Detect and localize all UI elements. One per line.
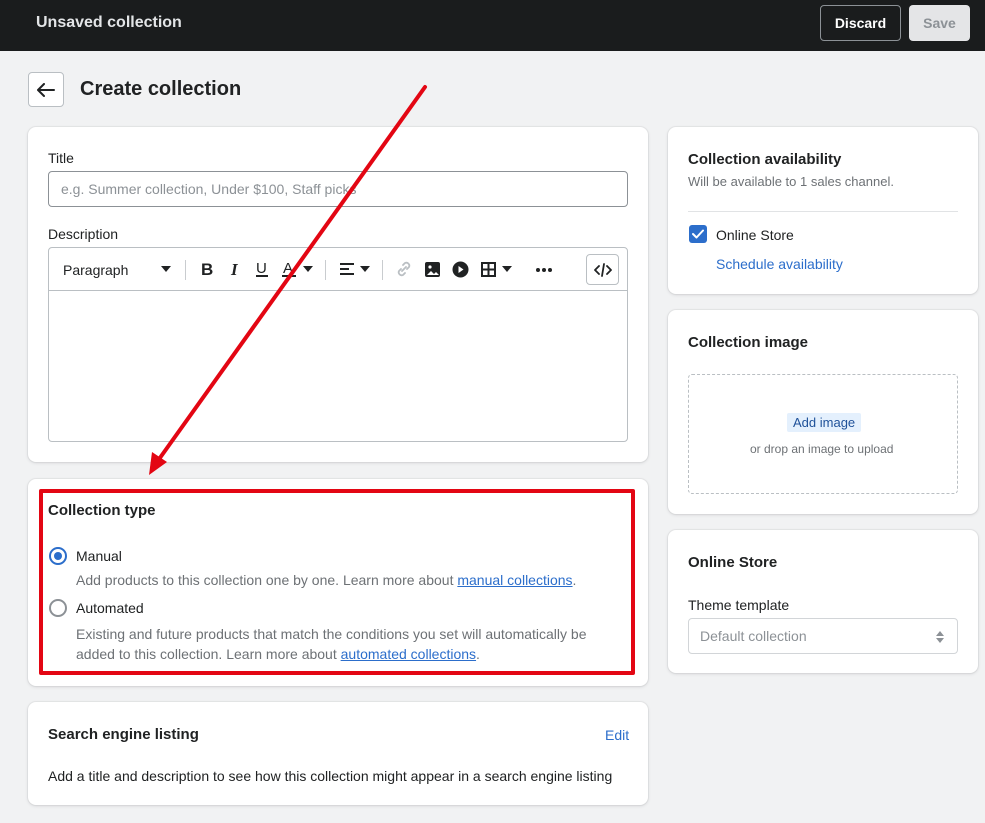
- availability-heading: Collection availability: [688, 151, 842, 168]
- chevron-down-icon[interactable]: [502, 266, 512, 272]
- svg-text:B: B: [201, 261, 213, 277]
- checkmark-icon: [692, 229, 704, 239]
- manual-collections-link[interactable]: manual collections: [457, 572, 572, 588]
- italic-icon[interactable]: I: [229, 261, 241, 277]
- arrow-left-icon: [37, 82, 55, 97]
- manual-radio[interactable]: [49, 547, 67, 565]
- video-icon[interactable]: [452, 261, 469, 278]
- collection-image-card: Collection image Add image or drop an im…: [668, 310, 978, 514]
- theme-template-label: Theme template: [688, 597, 790, 613]
- chevron-down-icon[interactable]: [161, 266, 171, 272]
- availability-card: Collection availability Will be availabl…: [668, 127, 978, 294]
- table-icon[interactable]: [481, 262, 496, 277]
- svg-text:I: I: [230, 261, 239, 277]
- chevron-down-icon[interactable]: [360, 266, 370, 272]
- title-input[interactable]: e.g. Summer collection, Under $100, Staf…: [48, 171, 628, 207]
- theme-template-value: Default collection: [700, 628, 807, 644]
- title-placeholder: e.g. Summer collection, Under $100, Staf…: [61, 181, 357, 197]
- editor-toolbar: Paragraph B I U A: [49, 248, 627, 291]
- manual-help-text: Add products to this collection one by o…: [76, 572, 458, 588]
- select-arrows-icon: [936, 631, 944, 643]
- image-icon[interactable]: [425, 262, 440, 277]
- online-store-label[interactable]: Online Store: [716, 227, 794, 243]
- svg-text:U: U: [256, 260, 267, 277]
- automated-help-end: .: [476, 646, 480, 662]
- toolbar-divider: [325, 260, 326, 280]
- seo-edit-link[interactable]: Edit: [605, 727, 629, 743]
- automated-help: Existing and future products that match …: [76, 624, 587, 664]
- text-color-icon[interactable]: A: [282, 260, 296, 278]
- chevron-down-icon[interactable]: [303, 266, 313, 272]
- theme-template-select[interactable]: Default collection: [688, 618, 958, 654]
- collection-image-heading: Collection image: [688, 334, 809, 351]
- svg-text:A: A: [283, 260, 293, 277]
- description-label: Description: [48, 226, 119, 242]
- title-label: Title: [48, 150, 74, 166]
- manual-label[interactable]: Manual: [76, 548, 122, 564]
- discard-button[interactable]: Discard: [820, 5, 901, 41]
- manual-help: Add products to this collection one by o…: [76, 572, 576, 588]
- underline-icon[interactable]: U: [255, 260, 269, 278]
- automated-help-line1: Existing and future products that match …: [76, 626, 587, 642]
- manual-help-end: .: [572, 572, 577, 588]
- availability-divider: [688, 211, 958, 212]
- html-toggle-button[interactable]: [586, 254, 619, 285]
- seo-heading: Search engine listing: [48, 726, 199, 743]
- automated-radio[interactable]: [49, 599, 67, 617]
- add-image-button[interactable]: Add image: [787, 413, 862, 432]
- back-button[interactable]: [28, 72, 64, 107]
- automated-collections-link[interactable]: automated collections: [341, 646, 476, 662]
- code-icon: [593, 262, 612, 277]
- page-title: Create collection: [80, 78, 242, 100]
- bold-icon[interactable]: B: [200, 261, 214, 277]
- collection-type-heading: Collection type: [48, 502, 156, 519]
- drop-hint: or drop an image to upload: [750, 442, 894, 456]
- online-store-card: Online Store Theme template Default coll…: [668, 530, 978, 673]
- align-left-icon[interactable]: [340, 263, 354, 275]
- save-button[interactable]: Save: [909, 5, 970, 41]
- toolbar-divider: [185, 260, 186, 280]
- details-card: Title e.g. Summer collection, Under $100…: [28, 127, 648, 462]
- topbar-title: Unsaved collection: [36, 14, 182, 31]
- top-bar: Unsaved collection Discard Save: [0, 0, 985, 51]
- seo-card: Search engine listing Edit Add a title a…: [28, 702, 648, 805]
- availability-subtitle: Will be available to 1 sales channel.: [688, 174, 894, 189]
- online-store-heading: Online Store: [688, 554, 778, 571]
- image-dropzone[interactable]: Add image or drop an image to upload: [688, 374, 958, 494]
- online-store-checkbox[interactable]: [689, 225, 707, 243]
- automated-help-line2: added to this collection. Learn more abo…: [76, 646, 341, 662]
- schedule-availability-link[interactable]: Schedule availability: [716, 256, 843, 272]
- collection-type-card: Collection type Manual Add products to t…: [28, 479, 648, 686]
- toolbar-divider: [382, 260, 383, 280]
- link-icon[interactable]: [396, 261, 412, 277]
- automated-label[interactable]: Automated: [76, 600, 144, 616]
- more-icon[interactable]: [536, 268, 552, 272]
- paragraph-select[interactable]: Paragraph: [63, 262, 128, 278]
- description-editor[interactable]: Paragraph B I U A: [48, 247, 628, 442]
- seo-description: Add a title and description to see how t…: [48, 768, 613, 784]
